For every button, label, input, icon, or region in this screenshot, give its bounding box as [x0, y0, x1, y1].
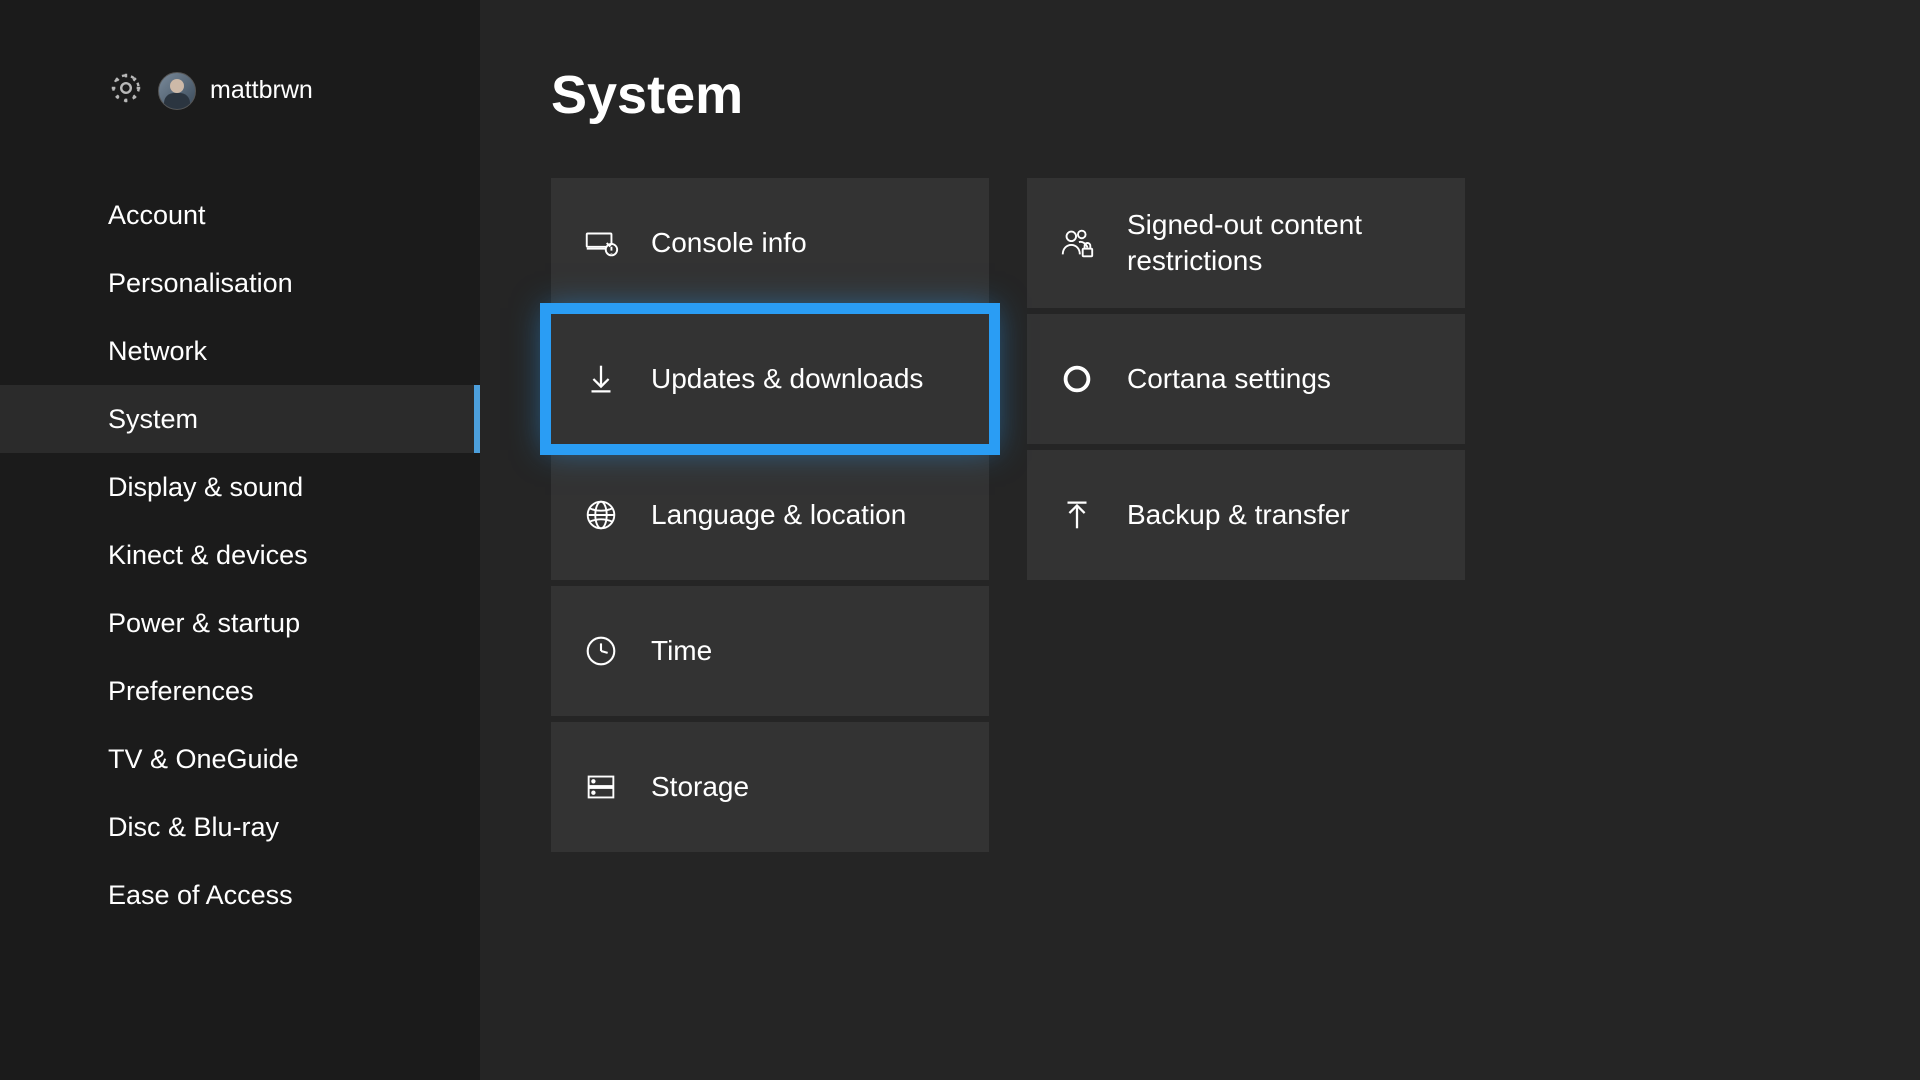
- settings-gear-icon[interactable]: [108, 70, 144, 111]
- download-icon: [551, 360, 651, 398]
- sidebar-item-kinect-devices[interactable]: Kinect & devices: [0, 521, 480, 589]
- sidebar-item-display-sound[interactable]: Display & sound: [0, 453, 480, 521]
- storage-icon: [551, 768, 651, 806]
- tile-time[interactable]: Time: [551, 586, 989, 716]
- sidebar-item-label: Network: [108, 336, 207, 367]
- sidebar-item-system[interactable]: System: [0, 385, 480, 453]
- people-lock-icon: [1027, 224, 1127, 262]
- avatar[interactable]: [158, 72, 196, 110]
- tile-label: Cortana settings: [1127, 361, 1351, 397]
- sidebar-item-label: Disc & Blu-ray: [108, 812, 279, 843]
- upload-icon: [1027, 496, 1127, 534]
- sidebar-item-label: Display & sound: [108, 472, 303, 503]
- console-info-icon: [551, 224, 651, 262]
- username-label: mattbrwn: [210, 76, 313, 105]
- sidebar-item-network[interactable]: Network: [0, 317, 480, 385]
- tile-updates-downloads[interactable]: Updates & downloads: [551, 314, 989, 444]
- tile-label: Language & location: [651, 497, 926, 533]
- sidebar-item-ease-of-access[interactable]: Ease of Access: [0, 861, 480, 929]
- sidebar-item-preferences[interactable]: Preferences: [0, 657, 480, 725]
- sidebar-item-disc-bluray[interactable]: Disc & Blu-ray: [0, 793, 480, 861]
- sidebar-item-label: System: [108, 404, 198, 435]
- tile-label: Time: [651, 633, 732, 669]
- tile-language-location[interactable]: Language & location: [551, 450, 989, 580]
- main-content: System Console info: [480, 0, 1920, 1080]
- tile-signed-out-restrictions[interactable]: Signed-out content restrictions: [1027, 178, 1465, 308]
- sidebar-item-account[interactable]: Account: [0, 181, 480, 249]
- clock-icon: [551, 632, 651, 670]
- sidebar-item-label: Preferences: [108, 676, 254, 707]
- sidebar-item-tv-oneguide[interactable]: TV & OneGuide: [0, 725, 480, 793]
- tile-label: Signed-out content restrictions: [1127, 207, 1465, 280]
- sidebar: mattbrwn Account Personalisation Network…: [0, 0, 480, 1080]
- tile-label: Console info: [651, 225, 827, 261]
- page-title: System: [551, 64, 1920, 126]
- tile-backup-transfer[interactable]: Backup & transfer: [1027, 450, 1465, 580]
- sidebar-item-personalisation[interactable]: Personalisation: [0, 249, 480, 317]
- tile-console-info[interactable]: Console info: [551, 178, 989, 308]
- sidebar-item-label: Personalisation: [108, 268, 293, 299]
- tile-storage[interactable]: Storage: [551, 722, 989, 852]
- tile-column-2: Signed-out content restrictions Cortana …: [1027, 178, 1465, 852]
- sidebar-item-label: Kinect & devices: [108, 540, 308, 571]
- tile-label: Backup & transfer: [1127, 497, 1370, 533]
- sidebar-item-power-startup[interactable]: Power & startup: [0, 589, 480, 657]
- nav-list: Account Personalisation Network System D…: [0, 181, 480, 929]
- tile-cortana-settings[interactable]: Cortana settings: [1027, 314, 1465, 444]
- tile-label: Updates & downloads: [651, 361, 943, 397]
- tile-label: Storage: [651, 769, 769, 805]
- sidebar-item-label: Power & startup: [108, 608, 300, 639]
- tile-grid: Console info Updates & downloads: [551, 178, 1920, 852]
- sidebar-item-label: Account: [108, 200, 206, 231]
- sidebar-item-label: Ease of Access: [108, 880, 293, 911]
- sidebar-header: mattbrwn: [0, 70, 480, 111]
- tile-column-1: Console info Updates & downloads: [551, 178, 989, 852]
- cortana-circle-icon: [1027, 360, 1127, 398]
- globe-icon: [551, 496, 651, 534]
- sidebar-item-label: TV & OneGuide: [108, 744, 299, 775]
